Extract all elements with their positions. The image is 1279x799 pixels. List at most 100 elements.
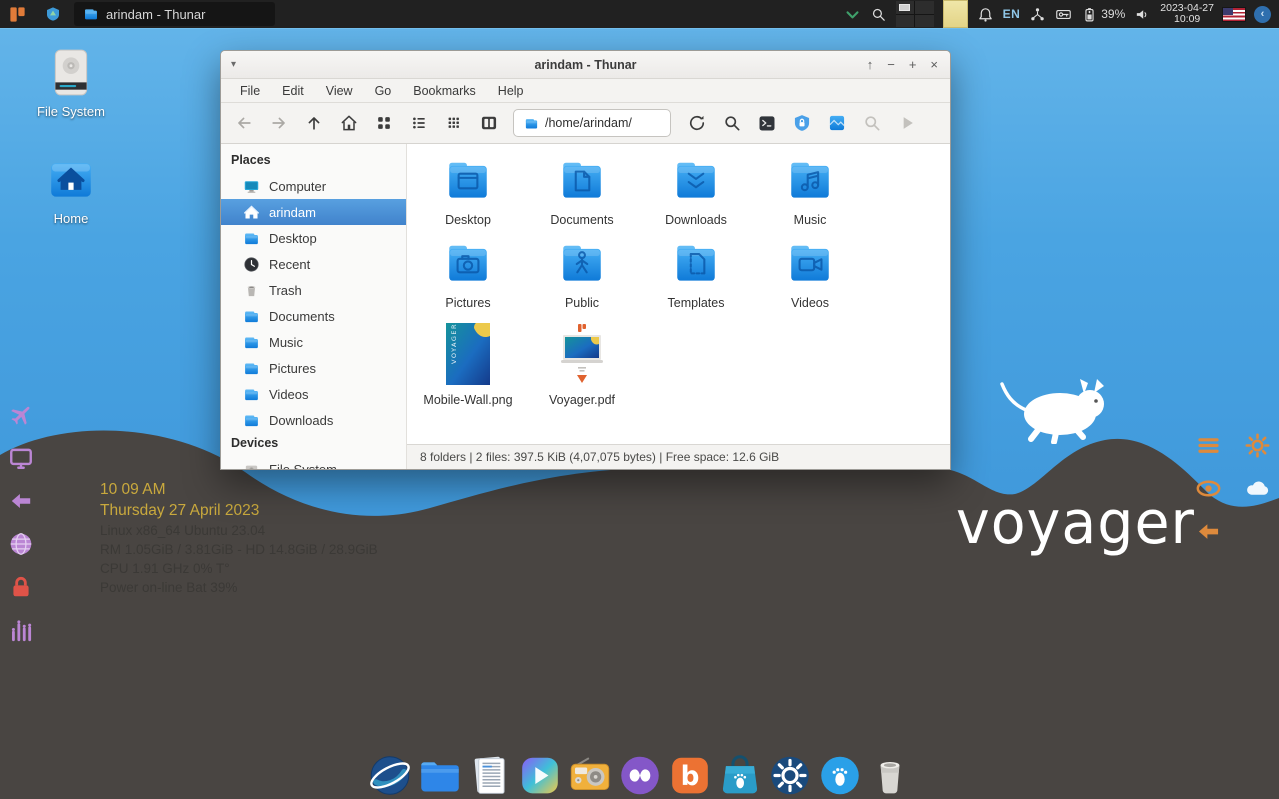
back-button[interactable] [227,108,261,138]
dock-app-icon [467,753,512,798]
keep-above-button[interactable]: ↑ [867,57,874,72]
run-button[interactable] [890,108,924,138]
close-button[interactable]: × [930,57,938,72]
dock-software-store[interactable] [717,753,762,798]
file-icon [557,156,607,206]
search-button[interactable] [715,108,749,138]
dock-app-icon [617,753,662,798]
dock-file-manager[interactable] [417,753,462,798]
file-voyager-pdf[interactable]: Voyager.pdf [529,322,635,407]
find-button[interactable] [855,108,889,138]
menu-launcher[interactable] [1195,432,1222,459]
panel-collapse-icon[interactable]: ‹ [1254,6,1271,23]
eye-launcher[interactable] [1195,475,1222,502]
dock-tweaks[interactable] [767,753,812,798]
menubar-item[interactable]: View [315,84,364,98]
wallpaper-button[interactable] [820,108,854,138]
back-arrow-launcher[interactable] [8,488,34,514]
compact-view-button[interactable] [437,108,471,138]
search-icon[interactable] [870,6,887,23]
dock-web-browser[interactable] [367,753,412,798]
split-view-button[interactable] [472,108,506,138]
notifications-icon[interactable] [977,6,994,23]
up-button[interactable] [297,108,331,138]
sidebar-item-documents[interactable]: Documents [221,303,406,329]
dock-text-editor[interactable] [467,753,512,798]
menubar-item[interactable]: File [229,84,271,98]
sidebar-item-computer[interactable]: Computer [221,173,406,199]
menubar-item[interactable]: Help [487,84,535,98]
airplane-launcher[interactable] [8,402,34,428]
sidebar-item-videos[interactable]: Videos [221,381,406,407]
folder-music[interactable]: Music [757,156,863,227]
app-grid-icon [8,5,27,24]
display-launcher[interactable] [8,445,34,471]
folder-pictures[interactable]: Pictures [415,239,521,310]
file-icon [785,239,835,289]
minimize-button[interactable]: − [887,57,895,72]
menubar-item[interactable]: Edit [271,84,315,98]
titlebar[interactable]: ▾ arindam - Thunar ↑ − + × [221,51,950,79]
sidebar-item-label: Desktop [269,231,317,246]
maximize-button[interactable]: + [909,57,917,72]
icon-view-button[interactable] [367,108,401,138]
workspace-switcher[interactable] [896,1,934,27]
sidebar-item-recent[interactable]: Recent [221,251,406,277]
folder-icon [83,6,99,22]
stats-launcher[interactable] [8,617,34,643]
forward-button[interactable] [262,108,296,138]
sidebar-item-arindam[interactable]: arindam [221,199,406,225]
sidebar-item-desktop[interactable]: Desktop [221,225,406,251]
us-flag-icon[interactable] [1223,8,1245,21]
system-info-line: RM 1.05GiB / 3.81GiB - HD 14.8GiB / 28.9… [100,540,378,559]
notes-widget[interactable] [943,0,968,28]
taskbar-window-button[interactable]: arindam - Thunar [74,2,275,26]
folder-documents[interactable]: Documents [529,156,635,227]
settings-launcher[interactable] [1244,432,1271,459]
folder-public[interactable]: Public [529,239,635,310]
sidebar-item-icon [243,204,260,221]
voyager-menu-button[interactable] [42,0,64,28]
dock-media-player[interactable] [517,753,562,798]
list-view-button[interactable] [402,108,436,138]
sidebar-item-downloads[interactable]: Downloads [221,407,406,433]
desktop-icon-home[interactable]: Home [28,155,114,226]
sidebar-item-file-system[interactable]: File System [221,456,406,469]
path-bar[interactable]: /home/arindam/ [513,109,671,137]
home-button[interactable] [332,108,366,138]
folder-desktop[interactable]: Desktop [415,156,521,227]
dock-trash[interactable] [867,753,912,798]
menubar-item[interactable]: Go [364,84,403,98]
window-menu-button[interactable]: ▾ [231,59,236,70]
terminal-button[interactable] [750,108,784,138]
language-indicator[interactable]: EN [1003,7,1021,21]
file-label: Desktop [445,213,491,227]
volume-icon[interactable] [1134,6,1151,23]
menubar-item[interactable]: Bookmarks [402,84,487,98]
reload-button[interactable] [680,108,714,138]
sidebar-item-music[interactable]: Music [221,329,406,355]
sidebar-item-trash[interactable]: Trash [221,277,406,303]
dock-app-icon [717,753,762,798]
folder-videos[interactable]: Videos [757,239,863,310]
desktop-icon-file-system[interactable]: File System [28,48,114,119]
cloud-decoration[interactable] [1244,475,1271,502]
keyring-icon[interactable] [1055,6,1072,23]
file-mobile-wall[interactable]: VOYAGER Mobile-Wall.png [415,322,521,407]
sidebar-item-pictures[interactable]: Pictures [221,355,406,381]
battery-indicator[interactable]: 39% [1081,6,1125,23]
folder-templates[interactable]: Templates [643,239,749,310]
dock-privacy-mask[interactable] [617,753,662,798]
applications-menu-button[interactable] [0,0,34,28]
globe-launcher[interactable] [8,531,34,557]
network-icon[interactable] [1029,6,1046,23]
dock-radio[interactable] [567,753,612,798]
chevron-down-icon[interactable] [844,6,861,23]
folder-downloads[interactable]: Downloads [643,156,749,227]
dock-gnome[interactable] [817,753,862,798]
dock-bottles[interactable]: b [667,753,712,798]
root-shield-button[interactable] [785,108,819,138]
panel-clock[interactable]: 2023-04-27 10:09 [1160,3,1214,25]
back-launcher[interactable] [1195,518,1222,545]
lock-launcher[interactable] [8,574,34,600]
